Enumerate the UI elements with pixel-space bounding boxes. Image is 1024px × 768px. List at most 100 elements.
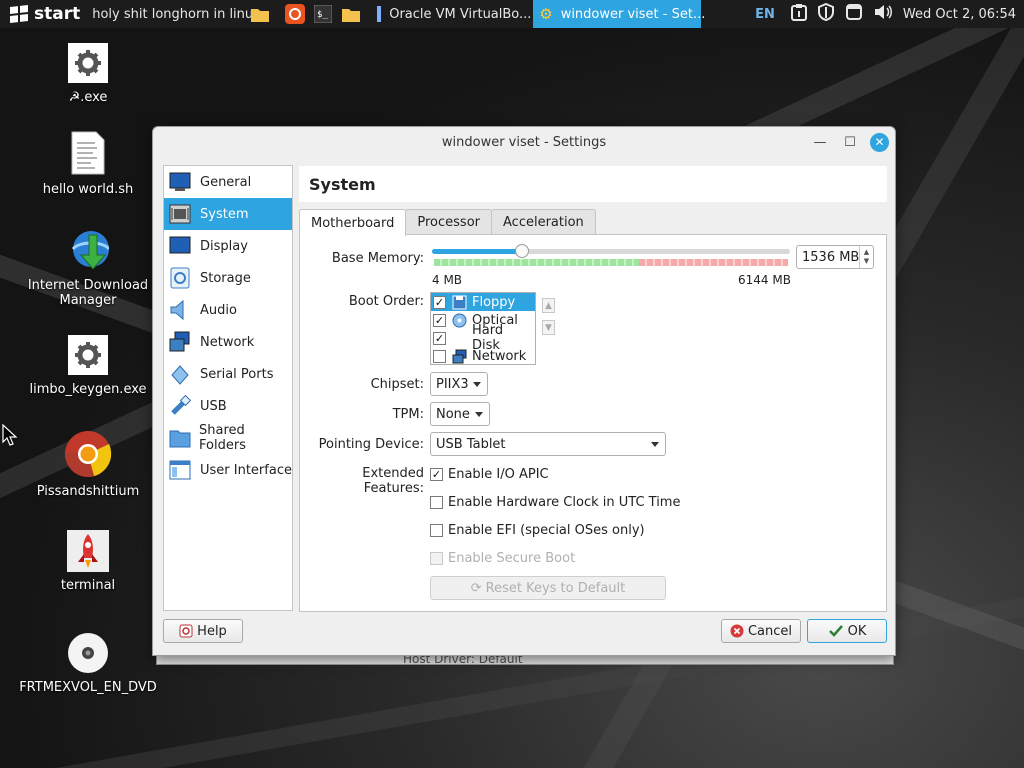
desktop-icon-hello-world[interactable]: hello world.sh <box>18 130 158 197</box>
sidebar-item-label: Serial Ports <box>200 366 274 382</box>
ubuntu-app-icon[interactable] <box>284 3 306 25</box>
desktop-icon-exe[interactable]: ☭.exe <box>18 42 158 105</box>
enable-efi-checkbox[interactable]: Enable EFI (special OSes only) <box>430 523 645 538</box>
volume-icon[interactable] <box>873 3 893 25</box>
sidebar-item-audio[interactable]: Audio <box>164 294 292 326</box>
cancel-button[interactable]: Cancel <box>721 619 801 643</box>
base-memory-spinbox[interactable]: 1536 MB ▲ ▼ <box>796 245 874 269</box>
help-button[interactable]: Help <box>163 619 243 643</box>
sidebar-item-network[interactable]: Network <box>164 326 292 358</box>
start-button[interactable]: start <box>0 0 86 28</box>
keyboard-language[interactable]: EN <box>755 7 775 22</box>
desktop-icon-label: FRTMEXVOL_EN_DVD <box>19 680 157 695</box>
desktop-icon-label: hello world.sh <box>42 182 134 197</box>
background-window: Host Driver: Default <box>156 656 894 665</box>
sidebar-item-usb[interactable]: USB <box>164 390 292 422</box>
boot-item-hard-disk[interactable]: ✓ Hard Disk <box>431 323 535 353</box>
help-label: Help <box>197 623 227 639</box>
shield-icon[interactable] <box>817 2 835 25</box>
base-memory-slider[interactable] <box>432 244 790 258</box>
enable-utc-clock-checkbox[interactable]: Enable Hardware Clock in UTC Time <box>430 495 680 510</box>
tab-motherboard[interactable]: Motherboard <box>299 209 407 236</box>
boot-checkbox-hard-disk[interactable]: ✓ <box>433 331 446 345</box>
slider-fill <box>432 249 522 254</box>
tab-processor[interactable]: Processor <box>405 209 493 235</box>
background-window-text: Host Driver: Default <box>403 656 523 665</box>
desktop-icon-label: limbo_keygen.exe <box>29 382 147 397</box>
ok-button[interactable]: OK <box>807 619 887 643</box>
tab-acceleration[interactable]: Acceleration <box>491 209 596 235</box>
pointing-device-label: Pointing Device: <box>318 437 424 452</box>
desktop-icon-pissandshittium[interactable]: Pissandshittium <box>18 430 158 499</box>
sidebar-item-label: Audio <box>200 302 237 318</box>
pointing-device-select[interactable]: USB Tablet <box>430 432 666 456</box>
tpm-value: None <box>436 406 470 422</box>
checkbox[interactable] <box>430 524 443 537</box>
checkbox[interactable]: ✓ <box>430 468 443 481</box>
sidebar-item-system[interactable]: System <box>164 198 292 230</box>
dialog-titlebar[interactable]: windower viset - Settings — ☐ ✕ <box>153 127 895 157</box>
close-button[interactable]: ✕ <box>870 132 889 152</box>
start-label: start <box>34 4 81 24</box>
sidebar-item-storage[interactable]: Storage <box>164 262 292 294</box>
desktop-icon-limbo-keygen[interactable]: limbo_keygen.exe <box>18 334 158 397</box>
tpm-select[interactable]: None <box>430 402 490 426</box>
chevron-down-icon <box>475 412 483 417</box>
spin-arrows[interactable]: ▲ ▼ <box>859 246 873 268</box>
idm-icon <box>67 230 109 272</box>
move-up-button[interactable]: ▲ <box>542 298 555 313</box>
cancel-icon <box>730 624 744 638</box>
settings-gear-icon: ⚙ <box>539 5 553 23</box>
audio-icon <box>168 298 192 322</box>
minimize-button[interactable]: — <box>810 132 830 152</box>
desktop-icon-terminal[interactable]: terminal <box>18 530 158 593</box>
clipboard-icon[interactable] <box>790 3 807 25</box>
desktop-icon-idm[interactable]: Internet Download Manager <box>18 230 158 308</box>
maximize-button[interactable]: ☐ <box>840 132 860 152</box>
task-virtualbox[interactable]: Oracle VM VirtualBo... <box>371 0 533 28</box>
boot-checkbox-floppy[interactable]: ✓ <box>433 295 446 309</box>
chipset-select[interactable]: PIIX3 <box>430 372 488 396</box>
boot-item-floppy[interactable]: ✓ Floppy <box>431 293 535 311</box>
base-memory-value: 1536 MB <box>802 249 860 265</box>
gear-icon <box>67 334 109 376</box>
desktop-icon-label: Internet Download Manager <box>27 278 149 308</box>
files-icon[interactable] <box>340 3 362 25</box>
chevron-down-icon <box>651 442 659 447</box>
boot-checkbox-optical[interactable]: ✓ <box>433 313 446 327</box>
enable-io-apic-checkbox[interactable]: ✓ Enable I/O APIC <box>430 467 549 482</box>
sidebar-item-serial-ports[interactable]: Serial Ports <box>164 358 292 390</box>
pointing-device-value: USB Tablet <box>436 436 506 452</box>
move-down-button[interactable]: ▼ <box>542 320 555 335</box>
boot-item-label: Network <box>472 348 527 364</box>
sidebar-item-user-interface[interactable]: User Interface <box>164 454 292 486</box>
desktop-icon-dvd[interactable]: FRTMEXVOL_EN_DVD <box>18 632 158 695</box>
network-icon <box>451 348 467 364</box>
usb-icon <box>168 394 192 418</box>
task-label: holy shit longhorn in linux <box>92 6 261 22</box>
help-icon <box>179 624 193 638</box>
folder-icon[interactable] <box>249 3 271 25</box>
chevron-down-icon <box>473 382 481 387</box>
boot-checkbox-network[interactable] <box>433 349 446 363</box>
terminal-icon[interactable]: $_ <box>312 3 334 25</box>
clock[interactable]: Wed Oct 2, 06:54 <box>903 7 1016 22</box>
sidebar-item-display[interactable]: Display <box>164 230 292 262</box>
tab-label: Motherboard <box>311 215 395 231</box>
sidebar-item-label: General <box>200 174 252 190</box>
sidebar-item-shared-folders[interactable]: Shared Folders <box>164 422 292 454</box>
task-windower-settings[interactable]: ⚙ windower viset - Set... <box>533 0 705 28</box>
checkbox[interactable] <box>430 496 443 509</box>
slider-handle[interactable] <box>514 244 529 258</box>
memory-min-label: 4 MB <box>432 273 463 287</box>
chipset-label: Chipset: <box>370 377 424 392</box>
window-icon[interactable] <box>845 3 863 25</box>
boot-item-network[interactable]: Network <box>431 347 535 365</box>
memory-range-indicator <box>434 259 788 266</box>
optical-disc-icon <box>451 312 467 328</box>
system-tray: EN Wed Oct 2, 06:54 <box>755 0 1024 28</box>
sidebar-item-general[interactable]: General <box>164 166 292 198</box>
boot-item-label: Floppy <box>472 294 516 310</box>
task-holy-shit-longhorn[interactable]: holy shit longhorn in linux <box>86 0 261 28</box>
settings-dialog: windower viset - Settings — ☐ ✕ General … <box>152 126 896 656</box>
